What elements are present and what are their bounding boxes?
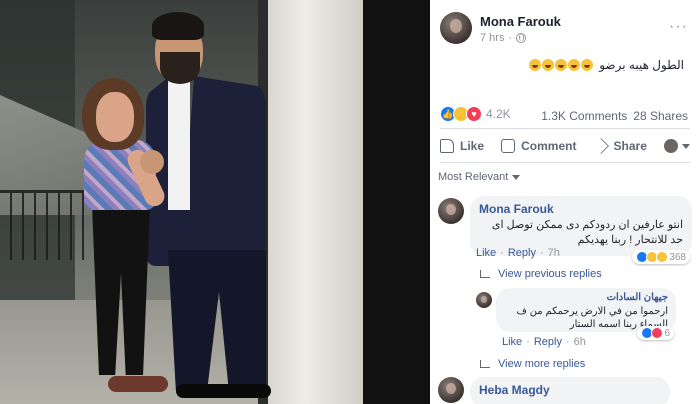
viewer-selector[interactable]	[664, 139, 690, 153]
reply-reply-link[interactable]: Reply	[534, 336, 562, 348]
more-options-icon[interactable]: ···	[669, 18, 688, 36]
chevron-down-icon	[512, 174, 521, 180]
comment-actions: Like · Reply · 7h	[476, 247, 560, 259]
comment-reply-link[interactable]: Reply	[508, 247, 536, 259]
post-text-content: الطول هيبه برضو	[599, 58, 684, 72]
post-meta: 7 hrs ·	[480, 32, 527, 44]
love-reaction-icon	[651, 327, 664, 339]
viewer-avatar	[664, 139, 678, 153]
comments-count[interactable]: 1.3K Comments	[541, 109, 627, 123]
globe-icon[interactable]	[516, 33, 527, 43]
reply-like-link[interactable]: Like	[502, 336, 522, 348]
share-button[interactable]: Share	[592, 138, 647, 154]
share-icon	[592, 138, 609, 154]
comment-button[interactable]: Comment	[501, 139, 576, 153]
meta-separator: ·	[508, 32, 513, 44]
emoji-group	[529, 59, 594, 71]
post-actions: Like Comment Share	[440, 132, 690, 160]
man-jacket	[146, 76, 266, 266]
man-hand	[140, 150, 164, 174]
laughing-emoji-icon	[529, 59, 542, 71]
love-reaction-icon: ♥	[466, 106, 482, 122]
woman-shoes	[108, 376, 168, 392]
comment-bubble: Heba Magdy	[470, 377, 670, 404]
laughing-emoji-icon	[542, 59, 555, 71]
man-shoes	[176, 384, 271, 398]
commenter-name[interactable]: Heba Magdy	[479, 383, 661, 397]
sad-reaction-icon	[656, 251, 669, 263]
shares-count[interactable]: 28 Shares	[633, 109, 688, 123]
commenter-avatar[interactable]	[438, 377, 464, 403]
photo-doorframe	[268, 0, 363, 404]
post-sidebar: Mona Farouk 7 hrs · ··· الطول هيبه برضو …	[430, 0, 700, 404]
comment-sort-label: Most Relevant	[438, 171, 509, 183]
replier-avatar[interactable]	[476, 292, 492, 308]
man-beard	[160, 52, 200, 84]
post-photo[interactable]	[0, 0, 430, 404]
view-more-replies-label: View more replies	[498, 358, 586, 370]
laughing-emoji-icon	[581, 59, 594, 71]
man-shirt	[168, 80, 190, 210]
woman-face	[96, 92, 134, 142]
post-time[interactable]: 7 hrs	[480, 32, 504, 44]
view-previous-replies-label: View previous replies	[498, 268, 602, 280]
view-more-replies-link[interactable]: View more replies	[480, 358, 585, 370]
reaction-count[interactable]: 4.2K	[486, 107, 511, 121]
reply-time[interactable]: 6h	[574, 336, 586, 348]
engagement-counts: 1.3K Comments 28 Shares	[541, 109, 688, 123]
comment-time[interactable]: 7h	[548, 247, 560, 259]
divider	[440, 162, 690, 163]
commenter-avatar[interactable]	[438, 198, 464, 224]
laughing-emoji-icon	[568, 59, 581, 71]
author-avatar[interactable]	[440, 12, 472, 44]
chevron-down-icon	[682, 143, 690, 149]
comment-reaction-count: 368	[669, 251, 686, 263]
thumbs-up-icon	[440, 139, 454, 153]
share-label: Share	[613, 139, 647, 153]
divider	[440, 128, 690, 129]
laughing-emoji-icon	[555, 59, 568, 71]
photo-viewer: Mona Farouk 7 hrs · ··· الطول هيبه برضو …	[0, 0, 700, 404]
man-hair	[152, 12, 204, 40]
reply-actions: Like · Reply · 6h	[502, 336, 586, 348]
separator: ·	[539, 247, 544, 259]
like-button[interactable]: Like	[440, 139, 484, 153]
reply-arrow-icon	[480, 270, 490, 278]
reply-bubble: جيهان السادات ارحموا من في الارض يرحمكم …	[496, 288, 676, 340]
view-previous-replies-link[interactable]: View previous replies	[480, 268, 602, 280]
comment-icon	[501, 139, 516, 153]
post-text: الطول هيبه برضو	[529, 58, 684, 72]
comment-like-link[interactable]: Like	[476, 247, 496, 259]
separator: ·	[526, 336, 530, 348]
comment-sort-dropdown[interactable]: Most Relevant	[438, 171, 521, 183]
comment-label: Comment	[521, 139, 577, 153]
reply-arrow-icon	[480, 360, 490, 368]
reaction-summary[interactable]: 👍 ♥ 4.2K	[440, 106, 511, 122]
commenter-name[interactable]: Mona Farouk	[479, 202, 683, 216]
comment-text: انتو عارفين ان ردودكم دى ممكن توصل اى حد…	[491, 219, 683, 246]
post-author-name[interactable]: Mona Farouk	[480, 14, 561, 29]
reply-reaction-count: 6	[664, 327, 670, 339]
separator: ·	[565, 336, 570, 348]
comment-reactions[interactable]: 368	[632, 250, 690, 264]
like-label: Like	[460, 139, 485, 153]
reply-reactions[interactable]: 6	[637, 326, 674, 340]
photo-right-edge	[363, 0, 430, 404]
replier-name[interactable]: جيهان السادات	[504, 292, 668, 303]
separator: ·	[500, 247, 504, 259]
